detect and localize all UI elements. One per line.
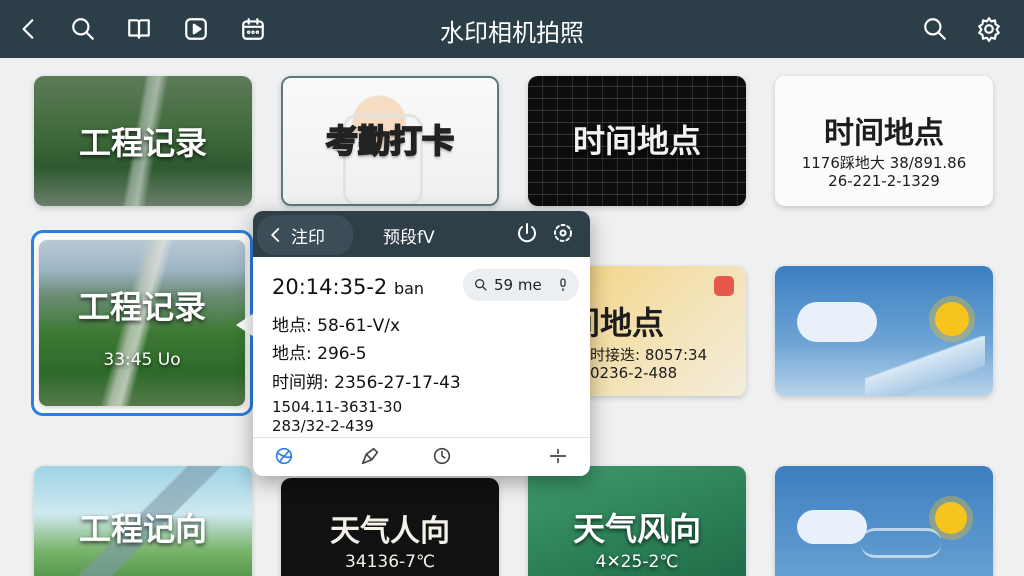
template-card-engineering-record-selected[interactable]: 工程记录 33:45 Uo: [39, 240, 245, 406]
search-icon[interactable]: [918, 12, 952, 46]
popup-time-suffix: ban: [393, 279, 425, 298]
search-icon: [475, 279, 487, 291]
popup-pointer: [236, 313, 254, 337]
template-card-weather-wind[interactable]: 天气风向 4✕25-2℃: [528, 466, 746, 576]
popup-title: 预段fV: [383, 228, 435, 248]
card-title: 天气风向: [572, 510, 701, 548]
card-subtitle: 26-221-2-1329: [828, 172, 940, 190]
template-card-weather-person[interactable]: 天气人向 34136-7℃: [281, 478, 499, 576]
template-card-weather-rain[interactable]: [775, 466, 993, 576]
popup-field-time: 时间朔: 2356-27-17-43: [272, 373, 461, 393]
popup-search-value: 59 me: [494, 276, 542, 294]
sun-icon: [935, 302, 969, 336]
watermark-edit-popup: 注印 预段fV 20:14:35-2 ban 59 me 地点: 58-61-V…: [253, 211, 590, 476]
card-title: 时间地点: [824, 116, 944, 151]
popup-toolbar: [253, 437, 590, 476]
wind-icon: [861, 528, 941, 558]
sun-icon: [935, 502, 967, 534]
power-icon[interactable]: [515, 221, 541, 247]
template-card-time-location-light[interactable]: 时间地点 1176踩地大 38/891.86 26-221-2-1329: [775, 76, 993, 206]
popup-back-button[interactable]: 注印: [257, 215, 353, 255]
clock-icon[interactable]: [431, 445, 455, 469]
template-card-attendance[interactable]: 考勤打卡: [281, 76, 499, 206]
card-title: 工程记向: [78, 510, 207, 548]
popup-time: 20:14:35-2: [272, 275, 388, 299]
card-title: 天气人向: [330, 514, 450, 549]
template-card-time-location-dark[interactable]: 时间地点: [528, 76, 746, 206]
arrow-graphic: [865, 336, 985, 396]
microphone-icon[interactable]: [555, 277, 571, 293]
popup-back-label: 注印: [291, 227, 325, 248]
red-marker-icon: [714, 276, 734, 296]
popup-field-location: 地点: 58-61-V/x: [272, 316, 401, 336]
card-subtitle: 4✕25-2℃: [595, 552, 679, 572]
card-subtitle: 33:45 Uo: [103, 350, 181, 370]
popup-field-coordinates: 1504.11-3631-30: [272, 398, 403, 416]
page-title: 水印相机拍照: [440, 19, 584, 47]
popup-header: 注印 预段fV: [253, 211, 590, 257]
card-title: 工程记录: [78, 124, 207, 162]
template-card-weather[interactable]: [775, 266, 993, 396]
popup-field-extra: 283/32-2-439: [272, 417, 374, 435]
settings-dots-icon[interactable]: [551, 221, 577, 247]
popup-field-location-2: 地点: 296-5: [272, 344, 367, 364]
card-title: 考勤打卡: [325, 121, 455, 161]
template-card-engineering-direction[interactable]: 工程记向: [34, 466, 252, 576]
template-card-engineering-record[interactable]: 工程记录: [34, 76, 252, 206]
popup-time-row: 20:14:35-2 ban: [272, 275, 424, 299]
top-bar: 水印相机拍照: [0, 0, 1024, 58]
card-subtitle: 34136-7℃: [344, 552, 436, 572]
card-title: 工程记录: [77, 288, 206, 326]
chevron-left-icon: [270, 228, 280, 242]
gear-icon[interactable]: [972, 12, 1006, 46]
card-title: 时间地点: [572, 122, 701, 160]
card-subtitle: 1176踩地大 38/891.86: [801, 154, 967, 172]
pen-icon[interactable]: [359, 445, 383, 469]
crosshair-icon[interactable]: [547, 445, 571, 469]
cloud-icon: [797, 510, 867, 544]
globe-icon[interactable]: [273, 445, 297, 469]
popup-search-field[interactable]: 59 me: [463, 269, 579, 301]
